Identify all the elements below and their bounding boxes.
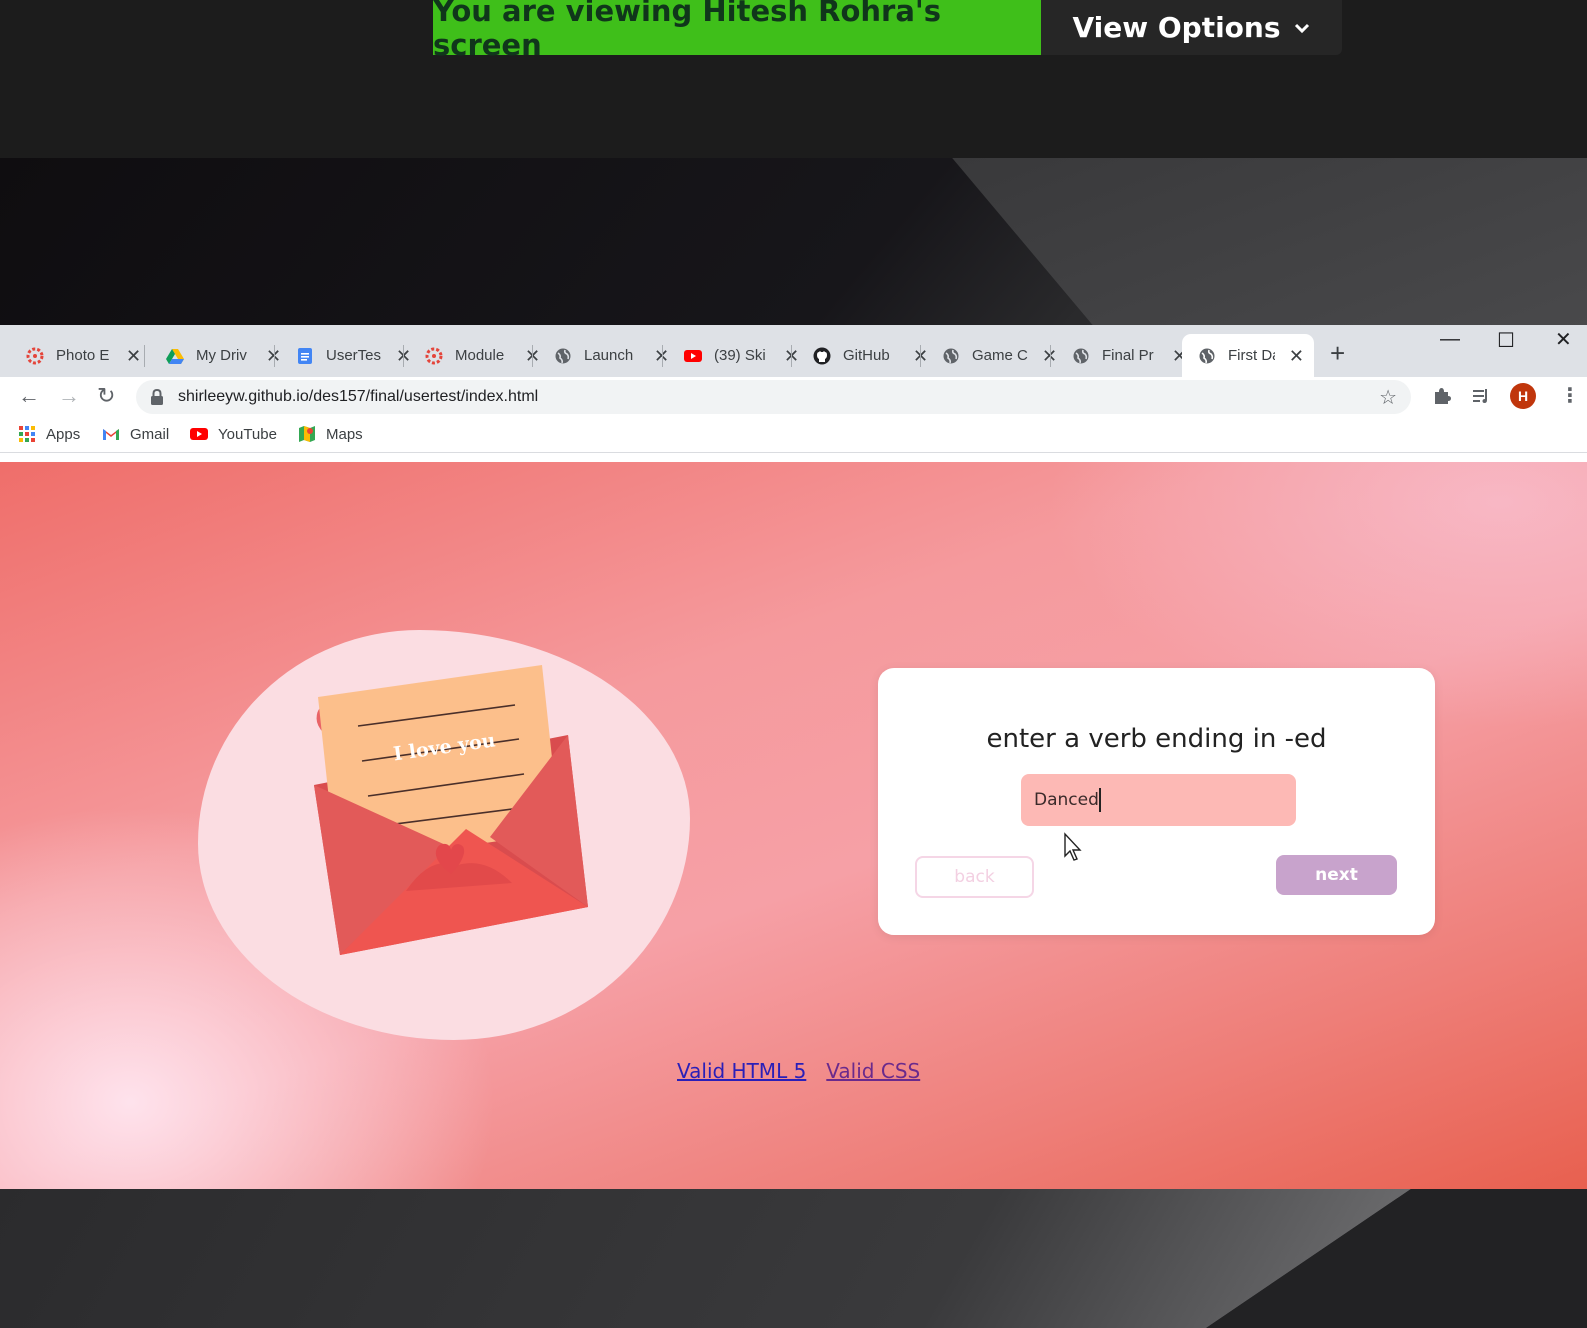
canvas-icon (26, 347, 44, 364)
globe-icon (555, 348, 571, 363)
extensions-puzzle-icon[interactable] (1432, 386, 1452, 406)
tab-strip: Photo E ✕ My Driv ✕ UserTes ✕ Module ✕ (0, 325, 1587, 377)
canvas-icon (425, 347, 443, 364)
verb-input[interactable] (1021, 774, 1296, 826)
tab-youtube-video[interactable]: (39) Ski ✕ (660, 334, 809, 377)
browser-toolbar: ← → ↻ shirleeyw.github.io/des157/final/u… (0, 377, 1587, 417)
tab-my-drive[interactable]: My Driv ✕ (142, 334, 291, 377)
bookmarks-bar: Apps Gmail YouTube Maps (0, 417, 1587, 453)
tab-photo[interactable]: Photo E ✕ (2, 334, 151, 377)
close-window-icon[interactable]: ✕ (1555, 330, 1572, 350)
close-icon[interactable]: ✕ (1289, 347, 1304, 365)
browser-window: Photo E ✕ My Driv ✕ UserTes ✕ Module ✕ (0, 325, 1587, 1189)
youtube-icon (684, 349, 702, 362)
tab-game[interactable]: Game C ✕ (918, 334, 1067, 377)
google-docs-icon (298, 347, 312, 364)
tab-final-project[interactable]: Final Pr ✕ (1048, 334, 1197, 377)
tab-label: Final Pr (1102, 347, 1154, 364)
bookmark-apps[interactable]: Apps (18, 425, 80, 443)
bookmark-label: Apps (46, 425, 81, 443)
globe-icon (943, 348, 959, 363)
url-text: shirleeyw.github.io/des157/final/usertes… (178, 388, 539, 405)
footer-links: Valid HTML 5 Valid CSS (677, 1059, 920, 1083)
bookmark-label: Maps (326, 425, 363, 443)
lock-icon (151, 389, 163, 405)
tab-launch[interactable]: Launch ✕ (530, 334, 679, 377)
bookmark-youtube[interactable]: YouTube (190, 425, 277, 443)
love-letter-illustration: I love you (314, 665, 588, 955)
tab-label: Photo E (56, 347, 110, 364)
close-icon[interactable]: ✕ (126, 347, 141, 365)
bookmark-label: Gmail (130, 425, 170, 443)
new-tab-button[interactable]: + (1330, 340, 1345, 366)
menu-kebab-icon[interactable]: ⋮ (1560, 386, 1580, 406)
tab-label: Module (455, 347, 505, 364)
globe-icon (1199, 348, 1215, 363)
google-drive-icon (166, 348, 184, 364)
valid-css-link[interactable]: Valid CSS (826, 1059, 920, 1083)
view-options-label: View Options (1072, 11, 1281, 44)
screen-share-view: You are viewing Hitesh Rohra's screen Vi… (0, 0, 1587, 1328)
globe-icon (1073, 348, 1089, 363)
media-controls-icon[interactable] (1472, 386, 1492, 406)
bookmark-gmail[interactable]: Gmail (102, 425, 169, 443)
tab-label: Game C (972, 347, 1028, 364)
text-caret (1099, 788, 1101, 812)
valid-html-link[interactable]: Valid HTML 5 (677, 1059, 806, 1083)
address-bar[interactable]: shirleeyw.github.io/des157/final/usertes… (136, 380, 1411, 414)
minimize-icon[interactable]: — (1440, 329, 1460, 349)
prompt-heading: enter a verb ending in -ed (986, 724, 1327, 754)
next-button[interactable]: next (1276, 855, 1397, 895)
tab-first-date-active[interactable]: First Da ✕ (1182, 334, 1314, 377)
tab-label: My Driv (196, 347, 247, 364)
tab-label: UserTes (326, 347, 382, 364)
chevron-down-icon (1294, 23, 1309, 33)
tab-label: First Da (1228, 347, 1275, 364)
bookmark-star-icon[interactable]: ☆ (1379, 385, 1397, 410)
maps-icon (299, 426, 315, 442)
bookmark-label: YouTube (218, 425, 277, 443)
profile-avatar[interactable]: H (1510, 383, 1536, 409)
reload-icon[interactable]: ↻ (97, 385, 115, 407)
bookmark-maps[interactable]: Maps (298, 425, 363, 443)
web-page: I love you enter a verb ending in -ed ba… (0, 462, 1587, 1189)
tab-label: Launch (584, 347, 634, 364)
mouse-cursor-icon (1064, 832, 1082, 861)
view-options-button[interactable]: View Options (1041, 0, 1342, 55)
tab-github[interactable]: GitHub ✕ (789, 334, 938, 377)
maximize-icon[interactable]: ☐ (1497, 331, 1515, 351)
tab-module[interactable]: Module ✕ (401, 334, 550, 377)
back-arrow-icon[interactable]: ← (18, 385, 40, 407)
tab-label: GitHub (843, 347, 890, 364)
tab-label: (39) Ski (714, 347, 766, 364)
gmail-icon (103, 429, 119, 440)
tab-usertest[interactable]: UserTes ✕ (272, 334, 421, 377)
madlib-card: enter a verb ending in -ed back next (878, 668, 1435, 935)
youtube-icon (190, 428, 208, 440)
back-button[interactable]: back (915, 856, 1034, 898)
screen-share-banner: You are viewing Hitesh Rohra's screen (433, 0, 1041, 62)
zoom-top-bar: You are viewing Hitesh Rohra's screen Vi… (0, 0, 1587, 158)
forward-arrow-icon[interactable]: → (58, 385, 80, 407)
apps-grid-icon (19, 426, 35, 442)
github-icon (813, 347, 831, 364)
